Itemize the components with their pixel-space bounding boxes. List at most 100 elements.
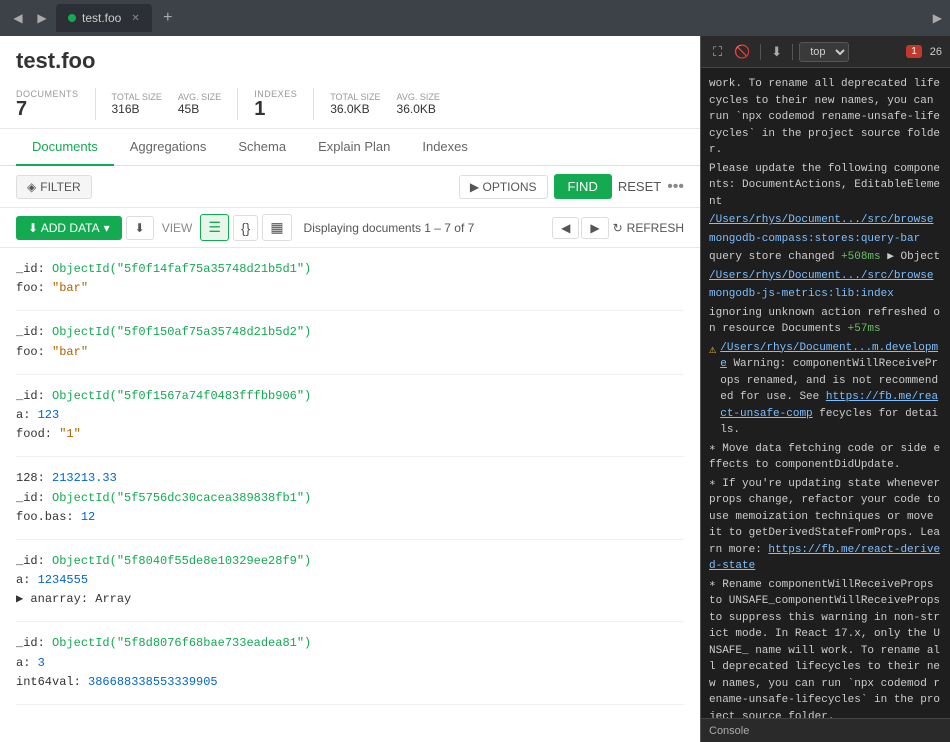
stat-sep-1 [95, 88, 96, 120]
filter-label: FILTER [40, 180, 80, 194]
console-link[interactable]: /Users/rhys/Document.../src/browse [709, 270, 933, 282]
table-view-button[interactable]: ▦ [262, 214, 291, 241]
tab-label: test.foo [82, 11, 121, 25]
indexes-value: 1 [254, 99, 265, 119]
documents-value: 7 [16, 99, 27, 119]
bottom-bar: Console [701, 718, 950, 742]
add-data-arrow: ▾ [104, 221, 110, 235]
index-total-size-value: 36.0KB [330, 102, 380, 116]
filter-icon: ◈ [27, 180, 36, 194]
prev-page-btn[interactable]: ◀ [552, 217, 579, 239]
stat-index-avg-size: AVG. SIZE 36.0KB [397, 92, 440, 116]
document-item-1: _id: ObjectId("5f0f150af75a35748d21b5d2"… [16, 311, 684, 374]
console-line: /Users/rhys/Document.../src/browse [709, 212, 942, 229]
filter-button[interactable]: ◈ FILTER [16, 175, 92, 199]
console-level-select[interactable]: top [799, 42, 849, 62]
add-data-button[interactable]: ⬇ ADD DATA ▾ [16, 216, 122, 240]
refresh-icon: ↻ [613, 221, 623, 235]
filter-input[interactable] [98, 179, 453, 194]
stat-documents: DOCUMENTS 7 [16, 89, 79, 119]
stat-total-size: TOTAL SIZE 316B [112, 92, 162, 116]
stat-sep-2 [237, 88, 238, 120]
stat-index-total-size: TOTAL SIZE 36.0KB [330, 92, 380, 116]
index-total-size-label: TOTAL SIZE [330, 92, 380, 102]
tab-color-indicator [68, 14, 76, 22]
console-error-count: 1 [906, 45, 922, 58]
options-label: ▶ OPTIONS [470, 180, 537, 194]
tab-add-btn[interactable]: + [156, 6, 180, 30]
document-item-4: _id: ObjectId("5f8040f55de8e10329ee28f9"… [16, 540, 684, 623]
tab-prev-btn[interactable]: ◀ [8, 8, 28, 28]
document-item-3: 128: 213213.33 _id: ObjectId("5f5756dc30… [16, 457, 684, 540]
stats-row: DOCUMENTS 7 TOTAL SIZE 316B AVG. SIZE 45… [16, 82, 684, 128]
tab-aggregations[interactable]: Aggregations [114, 129, 223, 166]
total-size-value: 316B [112, 102, 162, 116]
refresh-label: REFRESH [627, 221, 684, 235]
console-line: Please update the following components: … [709, 161, 942, 211]
console-link[interactable]: https://fb.me/react-derived-state [709, 544, 940, 573]
displaying-text: Displaying documents 1 – 7 of 7 [304, 221, 549, 235]
console-green: +508ms [841, 251, 881, 263]
list-view-button[interactable]: ☰ [200, 214, 229, 241]
add-data-label: ⬇ ADD DATA [28, 221, 100, 235]
tab-indexes[interactable]: Indexes [406, 129, 484, 166]
tab-close-btn[interactable]: ✕ [131, 13, 139, 24]
stat-index-size-group: TOTAL SIZE 36.0KB AVG. SIZE 36.0KB [330, 92, 440, 116]
console-line: ∗ Rename componentWillReceiveProps to UN… [709, 577, 942, 719]
stat-sep-3 [313, 88, 314, 120]
avg-size-value: 45B [178, 102, 221, 116]
tab-item-testfoo[interactable]: test.foo ✕ [56, 4, 152, 32]
collection-title: test.foo [16, 48, 684, 74]
find-button[interactable]: FIND [554, 174, 612, 199]
console-link[interactable]: /Users/rhys/Document.../src/browse [709, 214, 933, 226]
bottom-bar-label: Console [709, 725, 749, 737]
console-block-btn[interactable]: 🚫 [730, 42, 754, 62]
console-inspect-btn[interactable]: ⛶ [709, 42, 726, 62]
tab-documents[interactable]: Documents [16, 129, 114, 166]
console-line: mongodb-compass:stores:query-bar [709, 231, 942, 248]
tab-schema[interactable]: Schema [222, 129, 302, 166]
view-label: VIEW [162, 221, 193, 235]
total-size-label: TOTAL SIZE [112, 92, 162, 102]
right-panel: ⛶ 🚫 ⬇ top 1 26 work. To rename all depre… [700, 36, 950, 742]
more-button[interactable]: ••• [667, 178, 684, 196]
console-line: ignoring unknown action refreshed on res… [709, 305, 942, 338]
tab-next-btn[interactable]: ▶ [32, 8, 52, 28]
left-panel: test.foo DOCUMENTS 7 TOTAL SIZE 316B AVG… [0, 36, 700, 742]
document-item-2: _id: ObjectId("5f0f1567a74f0483fffbb906"… [16, 375, 684, 458]
console-line: mongodb-js-metrics:lib:index [709, 286, 942, 303]
console-warning-text: /Users/rhys/Document...m.developme Warni… [720, 340, 942, 439]
console-content[interactable]: work. To rename all deprecated lifecycle… [701, 68, 950, 718]
collection-tabs: Documents Aggregations Schema Explain Pl… [0, 129, 700, 166]
stat-avg-size: AVG. SIZE 45B [178, 92, 221, 116]
console-download-btn[interactable]: ⬇ [767, 42, 786, 62]
download-button[interactable]: ⬇ [126, 216, 154, 240]
tab-explain-plan[interactable]: Explain Plan [302, 129, 406, 166]
filter-toolbar: ◈ FILTER ▶ OPTIONS FIND RESET ••• [0, 166, 700, 208]
options-button[interactable]: ▶ OPTIONS [459, 175, 548, 199]
nav-arrows: ◀ ▶ [552, 217, 608, 239]
index-avg-size-value: 36.0KB [397, 102, 440, 116]
console-warning-line: ⚠ /Users/rhys/Document...m.developme War… [709, 340, 942, 439]
tab-more-btn[interactable]: ▶ [933, 11, 942, 25]
reset-button[interactable]: RESET [618, 179, 661, 194]
console-line: query store changed +508ms ▶ Object [709, 249, 942, 266]
console-toolbar: ⛶ 🚫 ⬇ top 1 26 [701, 36, 950, 68]
console-line: work. To rename all deprecated lifecycle… [709, 76, 942, 159]
collection-header: test.foo DOCUMENTS 7 TOTAL SIZE 316B AVG… [0, 36, 700, 129]
avg-size-label: AVG. SIZE [178, 92, 221, 102]
documents-list: _id: ObjectId("5f0f14faf75a35748d21b5d1"… [0, 248, 700, 742]
document-item-0: _id: ObjectId("5f0f14faf75a35748d21b5d1"… [16, 248, 684, 311]
console-link[interactable]: /Users/rhys/Document...m.developme [720, 342, 938, 371]
console-line-count: 26 [930, 46, 942, 58]
console-link[interactable]: https://fb.me/react-unsafe-comp [720, 391, 938, 420]
refresh-button[interactable]: ↻ REFRESH [613, 221, 684, 235]
tab-bar: ◀ ▶ test.foo ✕ + ▶ [0, 0, 950, 36]
document-item-5: _id: ObjectId("5f8d8076f68bae733eadea81"… [16, 622, 684, 705]
warning-icon: ⚠ [709, 341, 716, 359]
json-view-button[interactable]: {} [233, 215, 258, 241]
console-green: +57ms [848, 323, 881, 335]
stat-indexes: INDEXES 1 [254, 89, 297, 119]
next-page-btn[interactable]: ▶ [581, 217, 608, 239]
index-avg-size-label: AVG. SIZE [397, 92, 440, 102]
